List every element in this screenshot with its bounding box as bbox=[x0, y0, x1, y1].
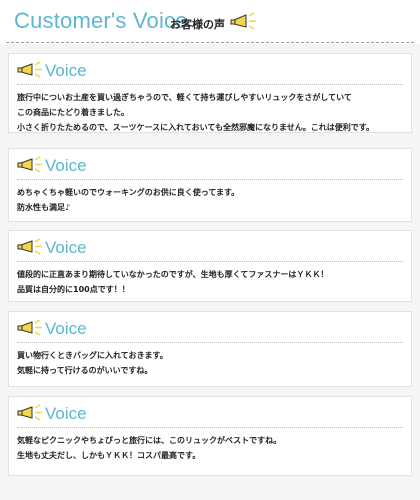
review-text: 買い物行くときバッグに入れておきます。 気軽に持って行けるのがいいですね。 bbox=[17, 348, 405, 378]
review-card: Voice 買い物行くときバッグに入れておきます。 気軽に持って行けるのがいいで… bbox=[8, 311, 412, 387]
review-line: 旅行中についお土産を買い過ぎちゃうので、軽くて持ち運びしやすいリュックをさがして… bbox=[17, 93, 352, 102]
review-line: 防水性も満足♪ bbox=[17, 203, 71, 212]
review-card: Voice 旅行中についお土産を買い過ぎちゃうので、軽くて持ち運びしやすいリュッ… bbox=[8, 53, 412, 133]
review-line: めちゃくちゃ軽いのでウォーキングのお供に良く使ってます。 bbox=[17, 188, 240, 197]
page-header: Customer's Voice お客様の声 bbox=[0, 0, 420, 44]
review-divider bbox=[17, 342, 403, 343]
review-label: Voice bbox=[45, 155, 87, 175]
review-card: Voice めちゃくちゃ軽いのでウォーキングのお供に良く使ってます。 防水性も満… bbox=[8, 148, 412, 222]
review-line: この商品にたどり着きました。 bbox=[17, 108, 129, 117]
review-text: 旅行中についお土産を買い過ぎちゃうので、軽くて持ち運びしやすいリュックをさがして… bbox=[17, 90, 405, 135]
megaphone-icon bbox=[230, 12, 256, 30]
review-card: Voice 気軽なピクニックやちょびっと旅行には、このリュックがベストですね。 … bbox=[8, 396, 412, 476]
megaphone-icon bbox=[17, 404, 42, 421]
review-text: 値段的に正直あまり期待していなかったのですが、生地も厚くてファスナーはＹＫＫ！ … bbox=[17, 267, 405, 297]
review-divider bbox=[17, 179, 403, 180]
review-line: 買い物行くときバッグに入れておきます。 bbox=[17, 351, 168, 360]
review-line: 品質は自分的に100点です！！ bbox=[17, 285, 130, 294]
review-line: 気軽なピクニックやちょびっと旅行には、このリュックがベストですね。 bbox=[17, 436, 282, 445]
megaphone-icon bbox=[17, 156, 42, 173]
review-divider bbox=[17, 84, 403, 85]
review-label: Voice bbox=[45, 403, 87, 423]
megaphone-icon bbox=[17, 61, 42, 78]
review-label: Voice bbox=[45, 318, 87, 338]
review-line: 生地も丈夫だし、しかもＹＫＫ！コスパ最高です。 bbox=[17, 451, 201, 460]
page-subtitle: お客様の声 bbox=[170, 18, 225, 31]
review-label: Voice bbox=[45, 237, 87, 257]
header-divider bbox=[6, 42, 414, 43]
review-card-header: Voice bbox=[17, 401, 87, 425]
review-line: 小さく折りたためるので、スーツケースに入れておいても全然邪魔になりません。これは… bbox=[17, 123, 374, 132]
review-label: Voice bbox=[45, 60, 87, 80]
review-card-header: Voice bbox=[17, 153, 87, 177]
review-card: Voice 値段的に正直あまり期待していなかったのですが、生地も厚くてファスナー… bbox=[8, 230, 412, 302]
megaphone-icon bbox=[17, 319, 42, 336]
review-divider bbox=[17, 261, 403, 262]
page-title: Customer's Voice bbox=[14, 8, 188, 33]
review-text: めちゃくちゃ軽いのでウォーキングのお供に良く使ってます。 防水性も満足♪ bbox=[17, 185, 405, 215]
review-card-header: Voice bbox=[17, 235, 87, 259]
megaphone-icon bbox=[17, 238, 42, 255]
review-divider bbox=[17, 427, 403, 428]
review-text: 気軽なピクニックやちょびっと旅行には、このリュックがベストですね。 生地も丈夫だ… bbox=[17, 433, 405, 463]
review-line: 値段的に正直あまり期待していなかったのですが、生地も厚くてファスナーはＹＫＫ！ bbox=[17, 270, 329, 279]
review-card-header: Voice bbox=[17, 316, 87, 340]
review-card-header: Voice bbox=[17, 58, 87, 82]
review-line: 気軽に持って行けるのがいいですね。 bbox=[17, 366, 153, 375]
